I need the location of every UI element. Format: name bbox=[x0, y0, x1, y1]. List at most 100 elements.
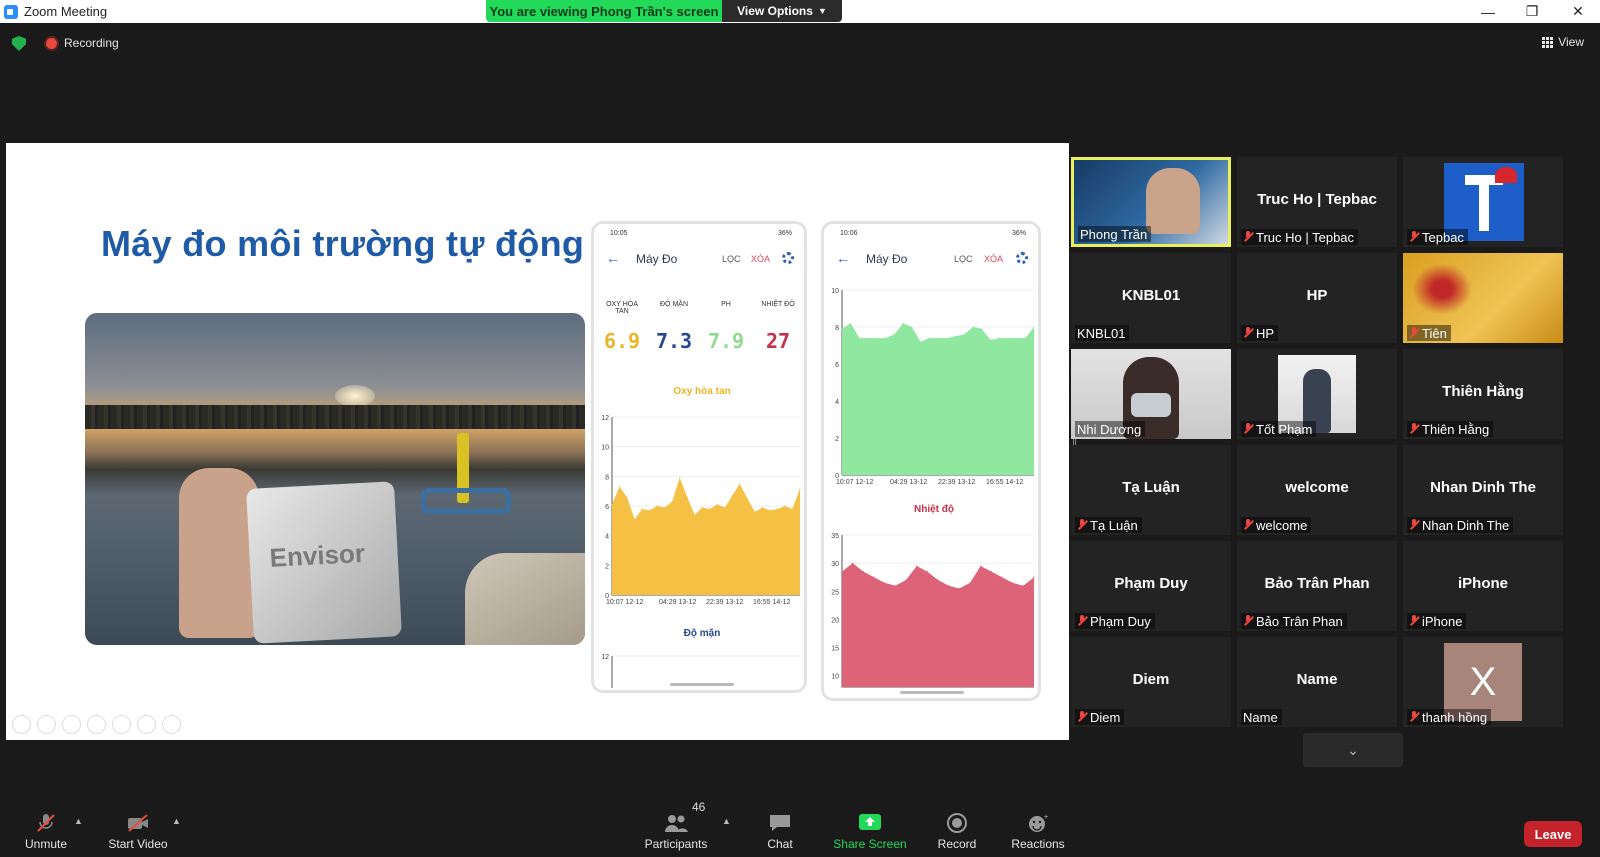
mic-muted-icon bbox=[1243, 231, 1253, 243]
mic-muted-icon bbox=[1243, 615, 1253, 627]
security-shield-icon[interactable] bbox=[12, 36, 26, 51]
series-area bbox=[842, 323, 1034, 475]
x-tick-label: 16:55 14-12 bbox=[986, 479, 1023, 486]
data-point bbox=[761, 506, 763, 509]
chat-label: Chat bbox=[767, 837, 793, 851]
participant-tile[interactable]: Phong Trần bbox=[1071, 157, 1231, 247]
leave-button[interactable]: Leave bbox=[1524, 821, 1582, 847]
data-point bbox=[1033, 576, 1035, 578]
participant-display-name: iPhone bbox=[1457, 575, 1508, 592]
view-options-button[interactable]: View Options ▼ bbox=[722, 0, 842, 22]
data-point bbox=[739, 483, 741, 485]
x-tick-label: 22:39 13-12 bbox=[938, 479, 975, 486]
participants-caret-icon[interactable]: ▲ bbox=[722, 816, 731, 826]
more-icon[interactable] bbox=[162, 715, 181, 734]
participant-tile[interactable]: Tạ Luận Tạ Luận bbox=[1071, 445, 1231, 535]
next-icon[interactable] bbox=[37, 715, 56, 734]
data-point bbox=[611, 503, 613, 506]
data-point bbox=[902, 322, 904, 324]
envisor-device: Envisor bbox=[246, 481, 402, 644]
shared-screen[interactable]: Máy đo môi trường tự động Envisor 10:05 … bbox=[6, 143, 1069, 740]
y-tick-label: 20 bbox=[831, 617, 839, 624]
participant-tile[interactable]: Nhi Dương bbox=[1071, 349, 1231, 439]
slides-icon[interactable] bbox=[137, 715, 156, 734]
chat-button[interactable]: Chat bbox=[760, 800, 800, 857]
app-title: Máy Đo bbox=[866, 252, 908, 266]
data-point bbox=[656, 505, 658, 507]
mic-muted-icon bbox=[1409, 615, 1419, 627]
reactions-icon: + bbox=[1029, 814, 1048, 832]
close-window-button[interactable]: ✕ bbox=[1556, 0, 1600, 23]
participant-name-label: Tepbac bbox=[1407, 229, 1468, 245]
data-point bbox=[926, 570, 928, 573]
phone-time: 10:05 bbox=[610, 230, 628, 237]
start-video-button[interactable]: Start Video bbox=[106, 800, 170, 857]
chevron-down-icon: ⌄ bbox=[1347, 741, 1359, 758]
participant-name: Phạm Duy bbox=[1090, 613, 1151, 629]
prev-icon[interactable] bbox=[12, 715, 31, 734]
mic-muted-icon bbox=[1077, 519, 1087, 531]
participant-tile[interactable]: Tốt Phạm bbox=[1237, 349, 1397, 439]
participant-name-label: Thiên Hằng bbox=[1407, 421, 1494, 437]
participant-tile[interactable]: Name Name bbox=[1237, 637, 1397, 727]
unmute-button[interactable]: Unmute bbox=[24, 800, 68, 857]
participant-display-name: Bảo Trân Phan bbox=[1264, 575, 1370, 592]
data-point bbox=[1015, 337, 1018, 339]
reactions-button[interactable]: + Reactions bbox=[1010, 800, 1066, 857]
metric-value-temperature: 27 bbox=[765, 329, 791, 353]
participant-name-label: HP bbox=[1241, 325, 1279, 341]
y-tick-label: 6 bbox=[835, 362, 839, 369]
data-point bbox=[641, 508, 643, 510]
y-tick-label: 25 bbox=[831, 589, 839, 596]
metric-label: NHIỆT ĐỘ bbox=[761, 301, 795, 308]
participant-name: HP bbox=[1256, 325, 1275, 341]
participant-tile[interactable]: Thiên Hằng Thiên Hằng bbox=[1403, 349, 1563, 439]
participant-tile[interactable]: Tepbac bbox=[1403, 157, 1563, 247]
participant-tile[interactable]: Nhan Dinh The Nhan Dinh The bbox=[1403, 445, 1563, 535]
participant-tile[interactable]: Phạm Duy Phạm Duy bbox=[1071, 541, 1231, 631]
participant-tile[interactable]: Bảo Trân Phan Bảo Trân Phan bbox=[1237, 541, 1397, 631]
pen-icon[interactable] bbox=[62, 715, 81, 734]
participant-name-label: welcome bbox=[1241, 517, 1312, 533]
x-tick-label: 10:07 12-12 bbox=[606, 599, 643, 606]
y-tick-label: 15 bbox=[831, 646, 839, 653]
participant-tile[interactable]: Diem Diem bbox=[1071, 637, 1231, 727]
participant-name: KNBL01 bbox=[1077, 325, 1126, 341]
temperature-chart: 10 15 20 25 30 35 bbox=[831, 533, 1035, 688]
data-point bbox=[1022, 585, 1024, 587]
gallery-next-page-button[interactable]: ⌄ bbox=[1303, 733, 1403, 767]
participant-name-label: Tốt Phạm bbox=[1241, 421, 1317, 437]
filter-label: LỌC bbox=[954, 254, 973, 264]
participant-tile[interactable]: Truc Ho | Tepbac Truc Ho | Tepbac bbox=[1237, 157, 1397, 247]
share-screen-button[interactable]: Share Screen bbox=[830, 800, 910, 857]
zoom-icon[interactable] bbox=[112, 715, 131, 734]
participant-name-label: Nhi Dương bbox=[1075, 421, 1146, 437]
data-point bbox=[885, 337, 887, 339]
restore-button[interactable]: ❐ bbox=[1510, 0, 1554, 23]
participant-tile[interactable]: Tiên bbox=[1403, 253, 1563, 343]
data-point bbox=[618, 486, 621, 488]
view-layout-button[interactable]: View bbox=[1542, 35, 1584, 49]
participant-name: Thiên Hằng bbox=[1422, 421, 1490, 437]
participant-tile[interactable]: KNBL01 KNBL01 bbox=[1071, 253, 1231, 343]
participant-tile[interactable]: Xthanh hồng bbox=[1403, 637, 1563, 727]
window-title: Zoom Meeting bbox=[24, 4, 108, 19]
participant-tile[interactable]: HP HP bbox=[1237, 253, 1397, 343]
record-button[interactable]: Record bbox=[935, 800, 979, 857]
participant-name: Phong Trần bbox=[1080, 226, 1148, 242]
series-area bbox=[842, 563, 1034, 687]
gear-icon bbox=[782, 252, 794, 264]
participant-tile[interactable]: iPhone iPhone bbox=[1403, 541, 1563, 631]
video-options-caret-icon[interactable]: ▲ bbox=[172, 816, 181, 826]
data-point bbox=[894, 585, 896, 587]
data-point bbox=[671, 500, 673, 503]
salinity-chart: 024681010:07 12-12 04:29 13-12 22:39 13-12… bbox=[831, 288, 1035, 486]
participant-name-label: Phong Trần bbox=[1078, 226, 1152, 242]
participant-tile[interactable]: welcome welcome bbox=[1237, 445, 1397, 535]
view-label: View bbox=[1558, 35, 1584, 49]
phone-battery: 36% bbox=[777, 230, 792, 237]
participant-name: Bảo Trân Phan bbox=[1256, 613, 1343, 629]
copy-icon[interactable] bbox=[87, 715, 106, 734]
minimize-button[interactable]: — bbox=[1466, 0, 1510, 23]
audio-options-caret-icon[interactable]: ▲ bbox=[74, 816, 83, 826]
